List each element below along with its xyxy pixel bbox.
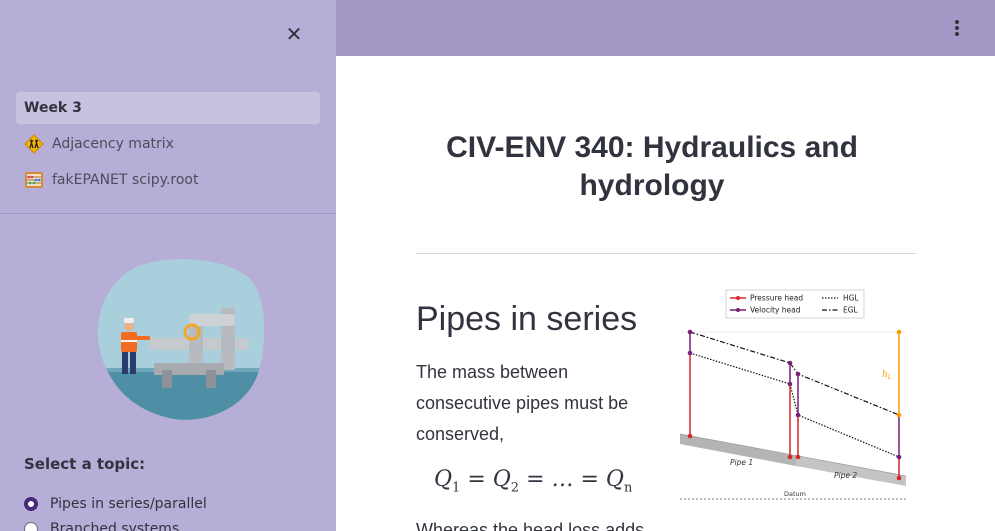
topic-select-label: Select a topic: [24,455,146,473]
topic-option-branched[interactable]: Branched systems [24,521,179,531]
main-content: CIV-ENV 340: Hydraulics and hydrology Pi… [336,56,995,531]
title-divider [416,253,916,254]
nav-item-adjacency-matrix[interactable]: Adjacency matrix [16,128,320,160]
sidebar-divider [0,213,336,214]
head-loss-label: hL [882,370,892,381]
sidebar: ✕ Week 3 Adjacency matrix fakEPANET scip… [0,0,336,531]
close-sidebar-button[interactable]: ✕ [282,22,306,46]
section-heading: Pipes in series [416,300,638,338]
topic-option-label: Branched systems [50,521,180,531]
topic-option-label: Pipes in series/parallel [50,496,207,512]
nav-item-label: Week 3 [24,100,82,116]
legend-velocity-head: Velocity head [750,306,801,315]
page-title: CIV-ENV 340: Hydraulics and hydrology [446,131,858,202]
top-bar [336,0,995,56]
datum-label: Datum [784,490,806,498]
radio-unselected[interactable] [24,522,38,531]
legend-pressure-head: Pressure head [750,294,803,303]
pipes-in-series-diagram: Pressure head Velocity head HGL EGL Pipe… [679,289,907,500]
nav-item-week-3[interactable]: Week 3 [16,92,320,124]
close-icon: ✕ [285,22,303,46]
construction-workers-icon [24,134,44,154]
nav-item-label: Adjacency matrix [52,136,174,152]
pipe-1-label: Pipe 1 [730,458,753,467]
abacus-icon [25,172,43,188]
body-paragraph: The mass between consecutive pipes must … [416,362,629,444]
body-paragraph-continued: Whereas the head loss adds [416,520,645,531]
radio-selected[interactable] [24,497,38,511]
nav-item-fakepanet[interactable]: fakEPANET scipy.root [16,164,320,196]
nav-item-label: fakEPANET scipy.root [52,172,199,188]
continuity-equation: Q1 = Q2 = … = Qn [434,467,633,496]
main-menu-button[interactable] [949,18,965,38]
legend-hgl: HGL [843,294,859,303]
topic-option-series-parallel[interactable]: Pipes in series/parallel [24,496,207,512]
sidebar-nav: Week 3 Adjacency matrix fakEPANET scipy.… [16,92,320,200]
pipe-2-label: Pipe 2 [834,471,857,480]
legend-egl: EGL [843,306,859,315]
pipe-worker-illustration [97,259,264,420]
